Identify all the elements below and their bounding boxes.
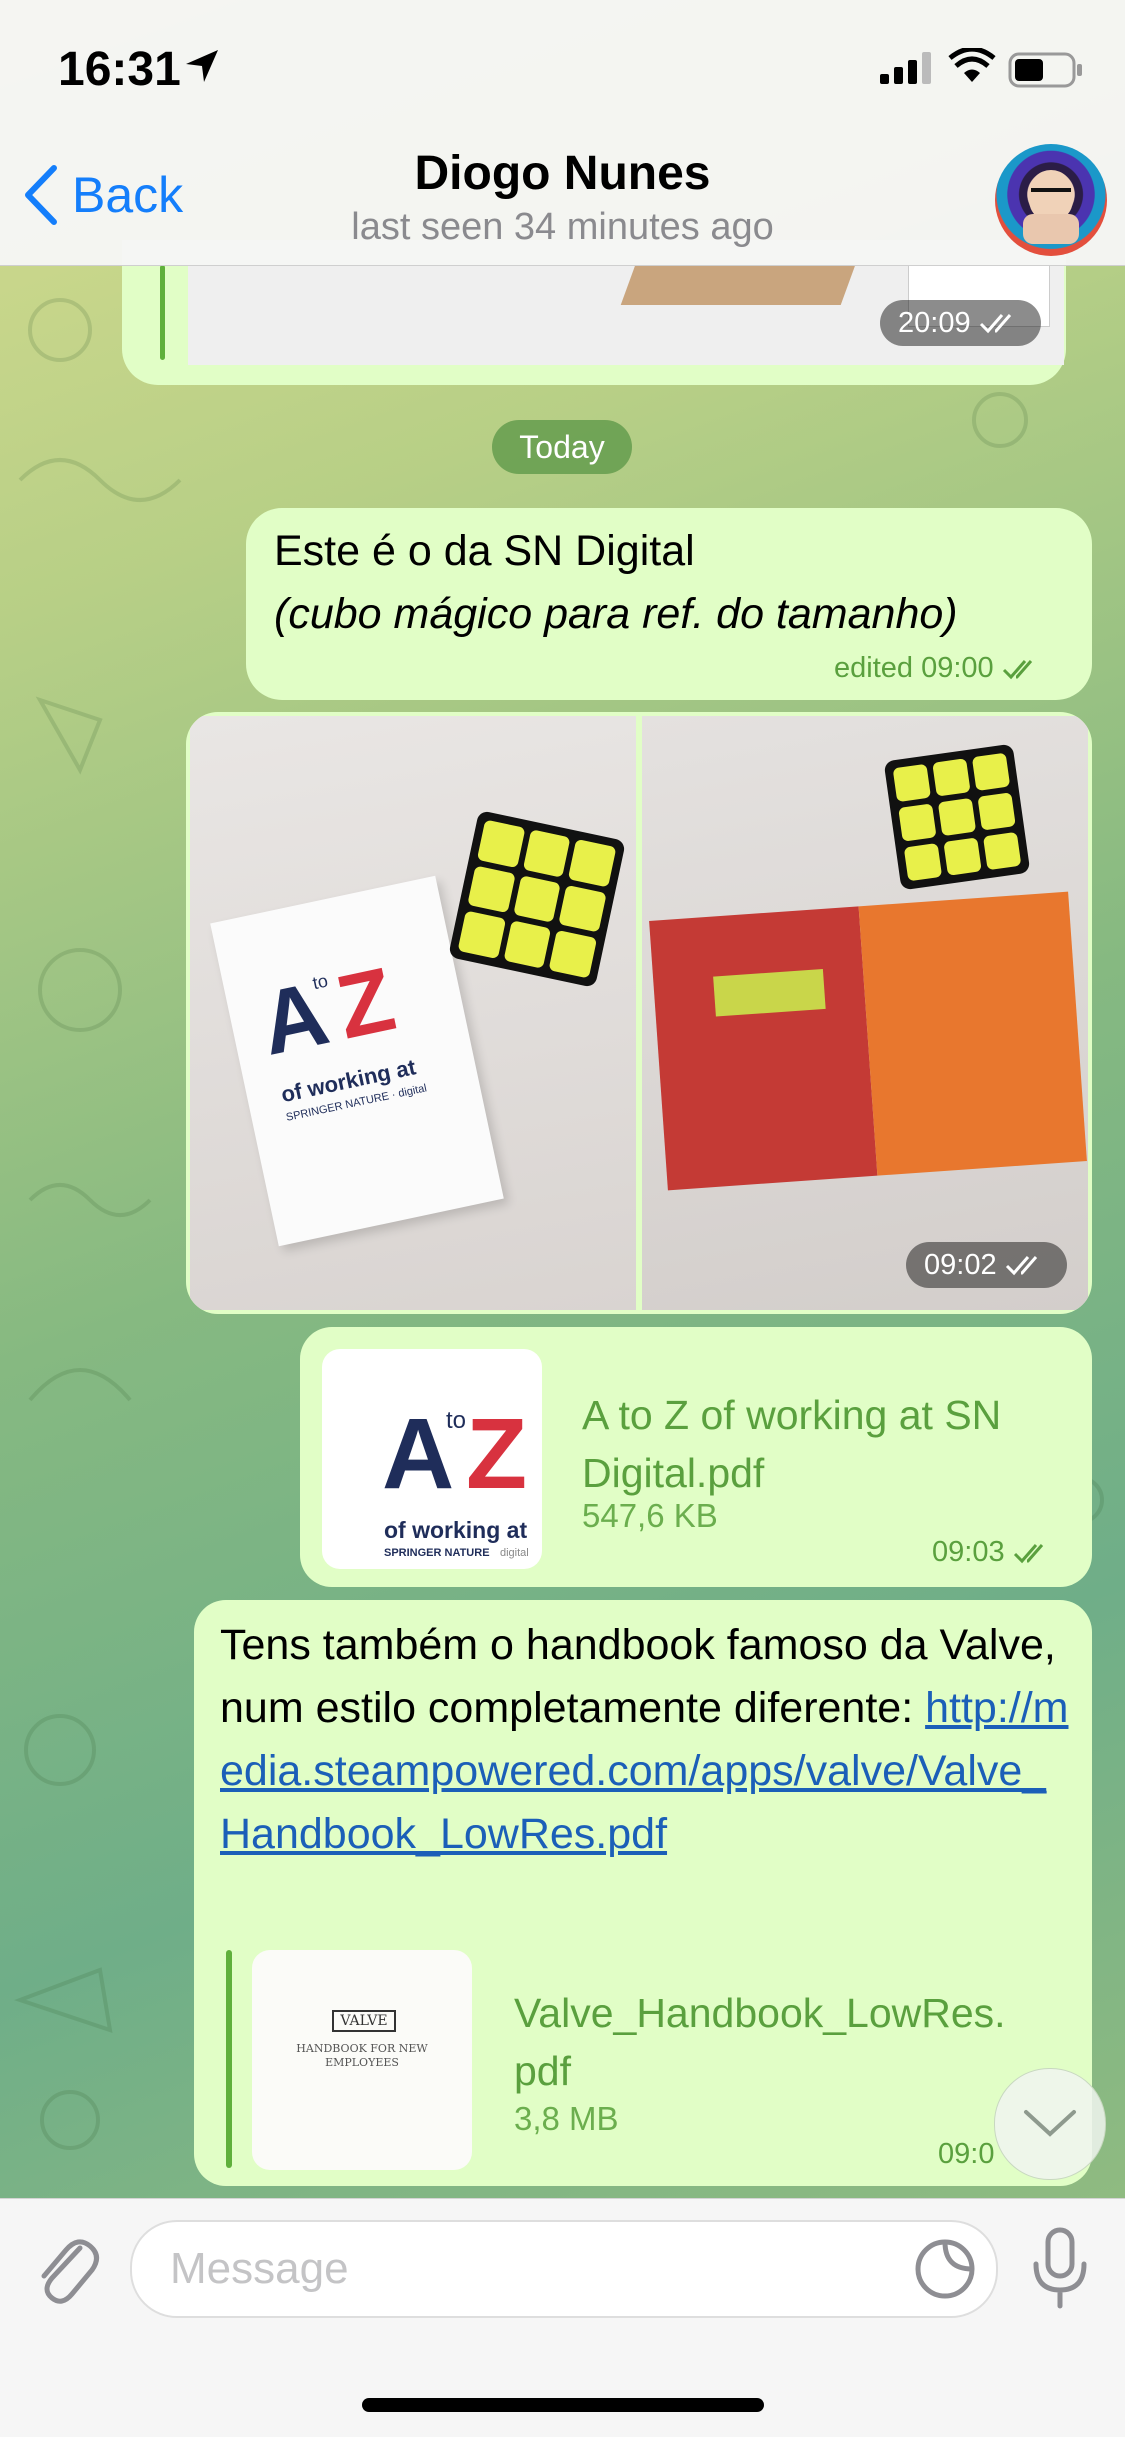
edited-time: edited 09:00 [834,652,994,684]
read-checkmarks-icon [1005,1256,1037,1276]
last-seen-status: last seen 34 minutes ago [351,206,774,248]
message-input[interactable] [168,2240,872,2298]
link-preview-accent [226,1950,232,2168]
thumb-to: to [446,1407,467,1434]
link-message-meta: 09:0 [938,2138,994,2171]
thumb-letter-a: A [382,1398,455,1510]
navigation-header: 16:31 Back Diogo Nunes last seen 34 minu… [0,0,1125,266]
photo-box [620,265,856,305]
rubiks-cube [883,743,1031,891]
read-checkmarks-icon [979,314,1011,334]
file-time: 09:03 [932,1536,1005,1568]
valve-subtitle: HANDBOOK FOR NEW EMPLOYEES [296,2042,428,2069]
album-photo-open-booklet[interactable] [642,716,1088,1310]
link-preview-thumbnail[interactable]: VALVE HANDBOOK FOR NEW EMPLOYEES [252,1950,472,2170]
link-preview-file-name[interactable]: Valve_Handbook_LowRes.pdf [514,1984,1014,2100]
chat-title[interactable]: Diogo Nunes [0,146,1125,201]
message-meta: edited 09:00 [834,652,1042,685]
reply-accent-bar [160,265,165,360]
open-booklet [649,891,1087,1191]
home-indicator [362,2398,764,2412]
album-time: 09:02 [924,1248,997,1281]
album-photo-booklet[interactable]: A Z to of working at SPRINGER NATURE · d… [190,716,636,1310]
date-separator: Today [492,420,632,474]
thumb-letter-z: Z [466,1398,528,1510]
paperclip-attach-icon[interactable] [30,2228,100,2308]
message-text-line2: (cubo mágico para ref. do tamanho) [274,590,958,638]
link-message-time: 09:0 [938,2138,995,2170]
thumb-brand-sub: digital [500,1547,529,1559]
album-timestamp-pill: 09:02 [906,1242,1067,1288]
battery-icon [1008,52,1082,88]
chevron-down-icon [1024,2110,1076,2137]
photo-time: 20:09 [898,306,971,339]
file-thumbnail[interactable]: A to Z of working at SPRINGER NATURE dig… [322,1349,542,1569]
valve-logo: VALVE [332,2010,396,2032]
link-preview-file-size: 3,8 MB [514,2100,619,2137]
message-field [130,2220,998,2318]
wifi-icon [948,48,996,82]
scroll-to-bottom-button[interactable] [994,2068,1106,2180]
cellular-signal-icon [880,52,931,84]
thumb-caption: of working at [384,1517,528,1543]
microphone-icon[interactable] [1030,2226,1090,2310]
rubiks-cube [448,810,626,988]
file-meta: 09:03 [932,1536,1053,1569]
photo-timestamp-pill: 20:09 [880,300,1041,346]
read-checkmarks-icon [1002,659,1032,679]
file-name[interactable]: A to Z of working at SN Digital.pdf [582,1386,1082,1502]
location-arrow-icon [186,50,218,82]
read-checkmarks-icon [1013,1543,1043,1563]
contact-avatar[interactable] [995,144,1107,256]
link-message-text: Tens também o handbook famoso da Valve, … [220,1614,1070,1866]
photo-album-bubble[interactable]: A Z to of working at SPRINGER NATURE · d… [186,712,1092,1314]
file-size: 547,6 KB [582,1497,718,1534]
status-time: 16:31 [58,43,181,96]
message-text-line1: Este é o da SN Digital [274,527,695,575]
sticker-icon[interactable] [912,2236,978,2302]
thumb-brand: SPRINGER NATURE [384,1547,490,1559]
